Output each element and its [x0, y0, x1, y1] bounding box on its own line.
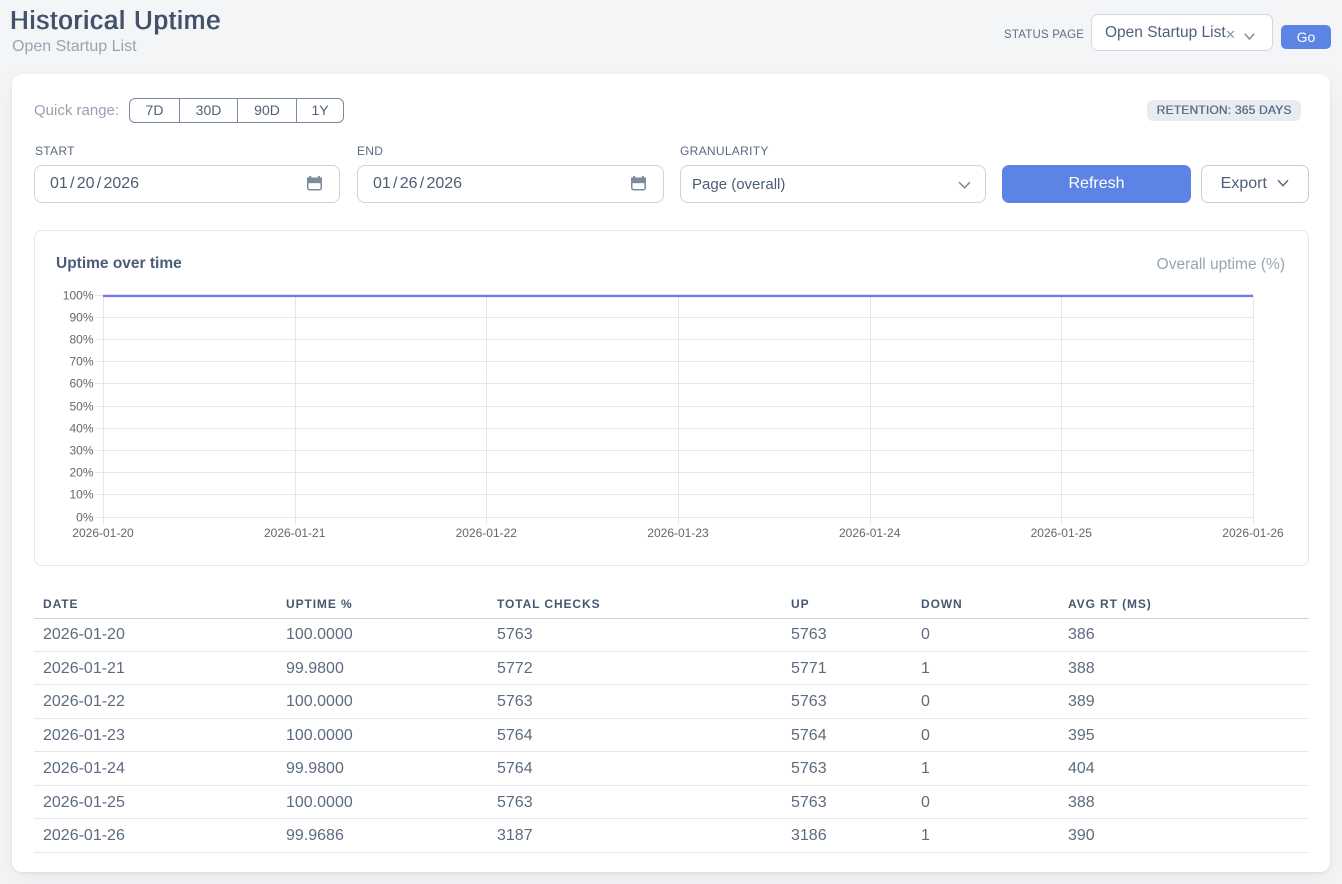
svg-text:20%: 20% [69, 466, 93, 480]
svg-text:2026-01-23: 2026-01-23 [647, 526, 709, 540]
svg-text:40%: 40% [69, 422, 93, 436]
svg-text:10%: 10% [69, 488, 93, 502]
svg-text:100%: 100% [63, 289, 94, 303]
svg-text:30%: 30% [69, 444, 93, 458]
svg-text:2026-01-26: 2026-01-26 [1222, 526, 1284, 540]
svg-text:80%: 80% [69, 333, 93, 347]
svg-text:70%: 70% [69, 355, 93, 369]
svg-text:60%: 60% [69, 377, 93, 391]
svg-text:90%: 90% [69, 311, 93, 325]
svg-text:2026-01-22: 2026-01-22 [456, 526, 518, 540]
svg-text:2026-01-25: 2026-01-25 [1031, 526, 1093, 540]
svg-text:0%: 0% [76, 511, 94, 525]
svg-text:2026-01-24: 2026-01-24 [839, 526, 901, 540]
svg-text:50%: 50% [69, 400, 93, 414]
svg-text:2026-01-20: 2026-01-20 [72, 526, 134, 540]
svg-text:2026-01-21: 2026-01-21 [264, 526, 326, 540]
